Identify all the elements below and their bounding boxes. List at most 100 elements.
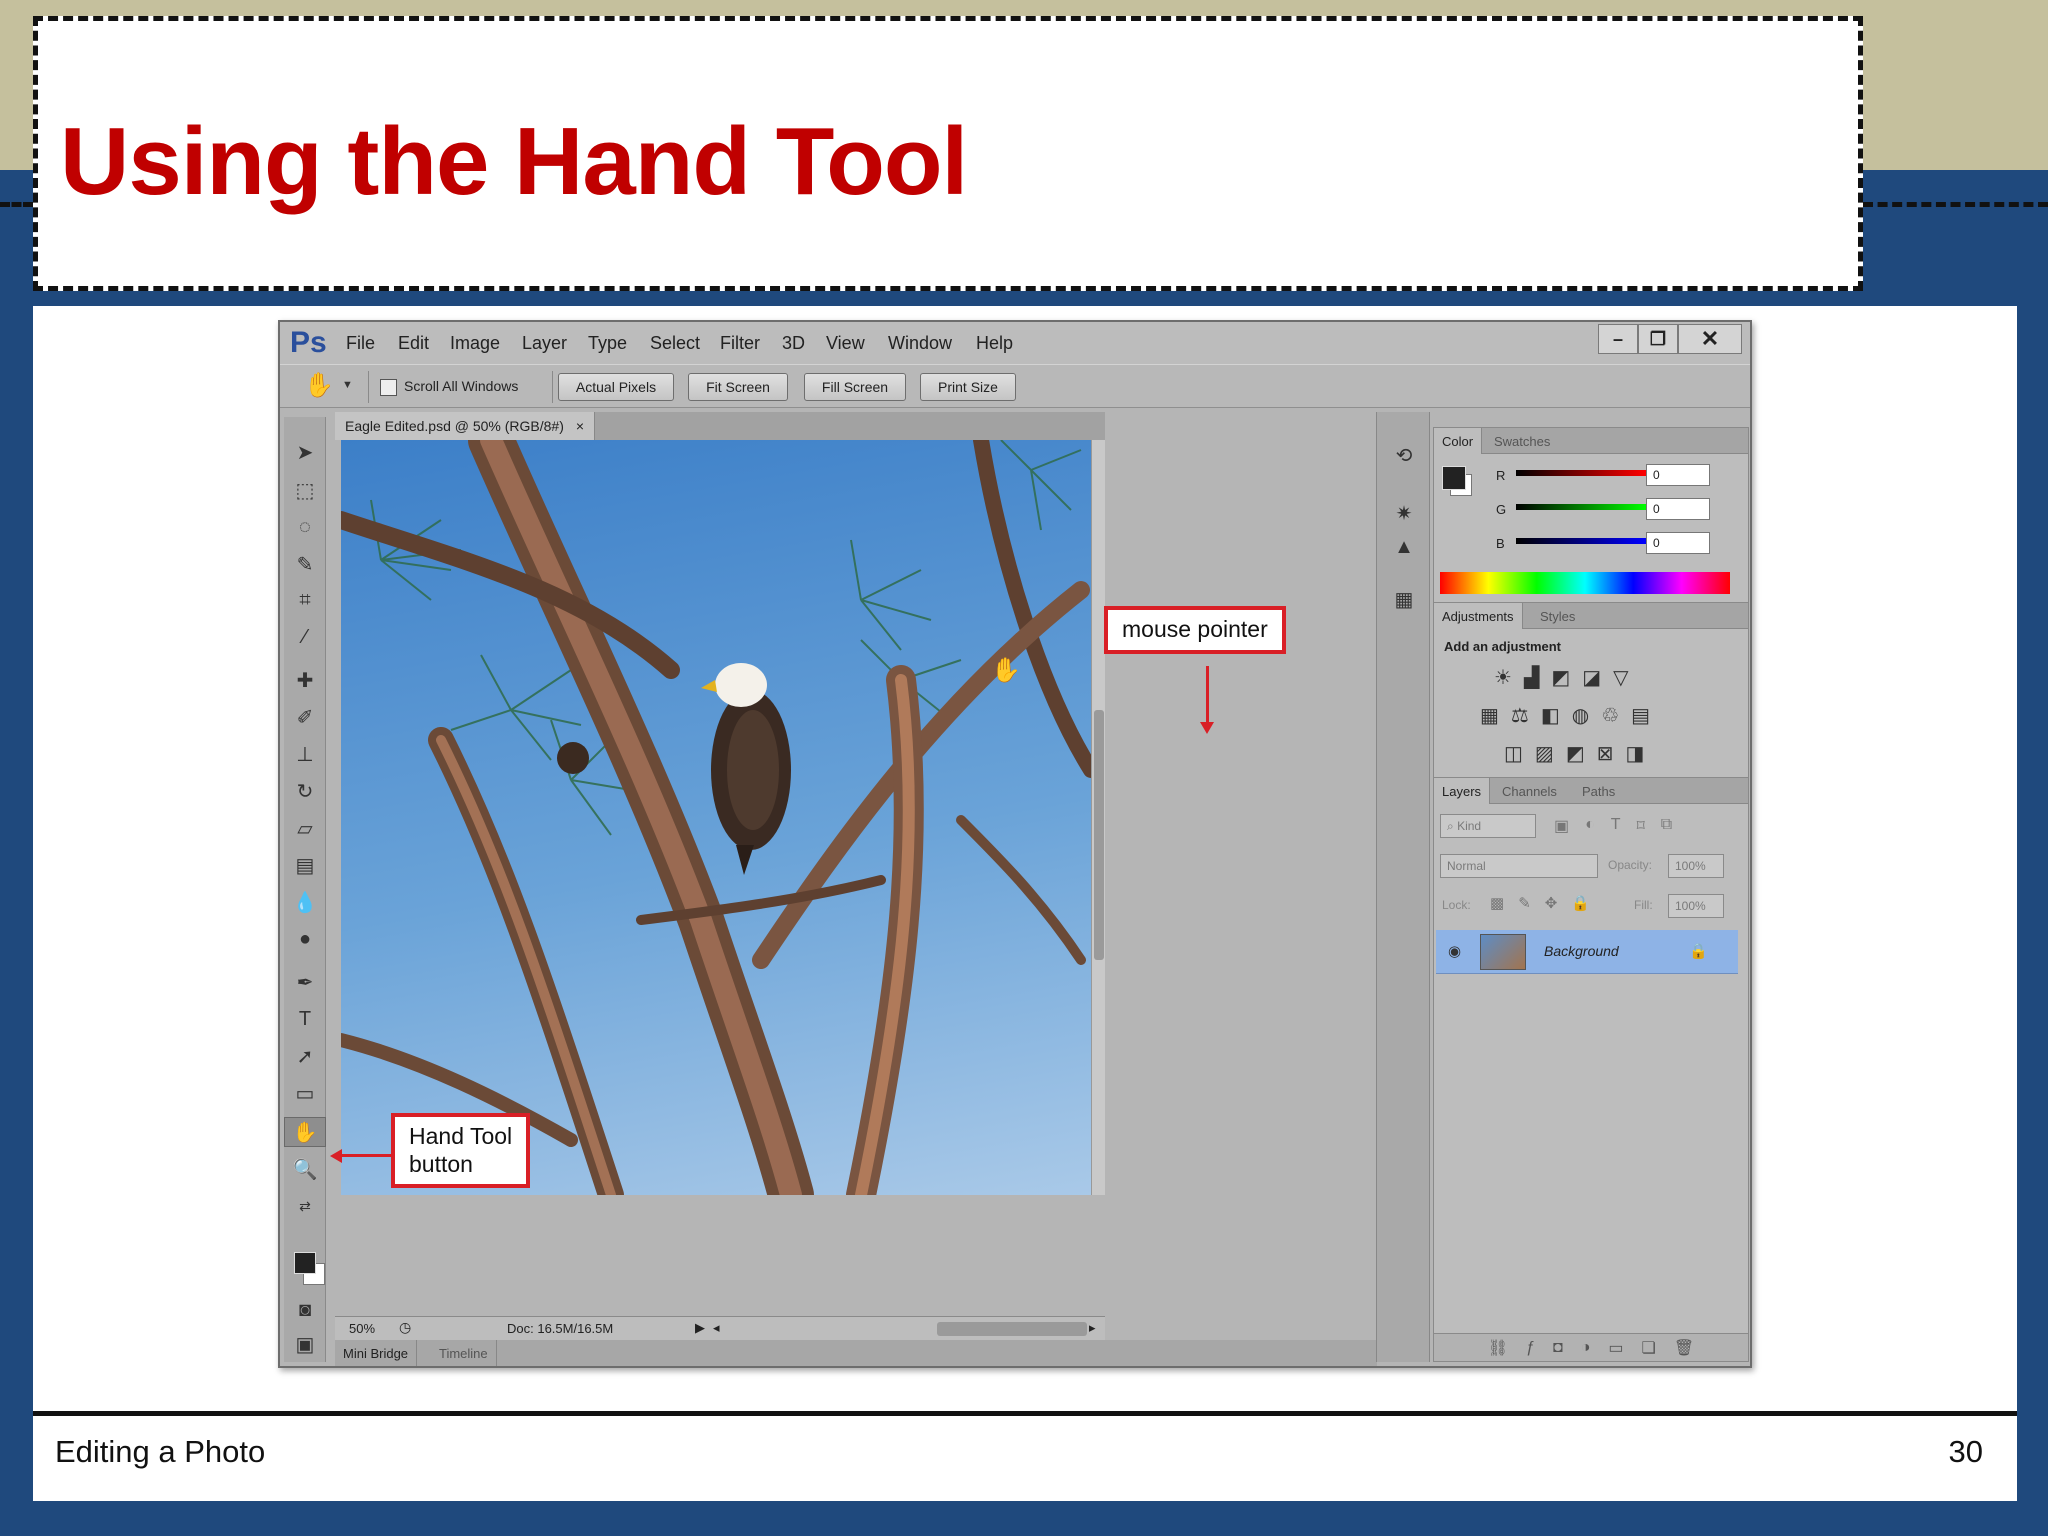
type-tool-icon[interactable]: T — [284, 1004, 326, 1034]
status-menu-icon[interactable]: ▶ — [695, 1320, 705, 1336]
channel-mixer-icon[interactable]: ♲ — [1601, 703, 1619, 728]
quick-mask-icon[interactable]: ◙ — [284, 1295, 326, 1325]
layer-style-icon[interactable]: ƒ — [1526, 1339, 1535, 1357]
new-adjustment-icon[interactable]: ◑ — [1581, 1339, 1591, 1357]
screen-mode-icon[interactable]: ▣ — [284, 1329, 326, 1359]
new-group-icon[interactable]: ▭ — [1608, 1338, 1623, 1358]
export-icon[interactable]: ◷ — [399, 1319, 411, 1336]
zoom-level[interactable]: 50% — [349, 1321, 375, 1336]
color-balance-icon[interactable]: ⚖ — [1511, 703, 1529, 728]
lasso-tool-icon[interactable]: ◌ — [284, 512, 326, 542]
invert-icon[interactable]: ◫ — [1504, 741, 1523, 766]
menu-edit[interactable]: Edit — [398, 333, 429, 354]
gradient-tool-icon[interactable]: ▤ — [284, 850, 326, 880]
pixel-filter-icon[interactable]: ▣ — [1554, 816, 1569, 836]
delete-layer-icon[interactable]: 🗑 — [1674, 1338, 1694, 1358]
horizontal-scroll-thumb[interactable] — [937, 1322, 1087, 1336]
photo-filter-icon[interactable]: ◍ — [1572, 703, 1589, 728]
restore-button[interactable]: ❐ — [1638, 324, 1678, 354]
vertical-scroll-thumb[interactable] — [1094, 710, 1104, 960]
selective-color-icon[interactable]: ◨ — [1625, 741, 1644, 766]
tab-swatches[interactable]: Swatches — [1486, 428, 1558, 454]
lock-pixels-icon[interactable]: ✎ — [1518, 894, 1531, 912]
b-slider[interactable] — [1516, 538, 1646, 544]
layer-row[interactable]: ◉ Background 🔒 — [1436, 930, 1738, 974]
fill-field[interactable]: 100% — [1668, 894, 1724, 918]
zoom-tool-icon[interactable]: 🔍 — [284, 1154, 326, 1184]
visibility-eye-icon[interactable]: ◉ — [1448, 942, 1461, 960]
properties-panel-icon[interactable]: ✷ — [1389, 498, 1419, 528]
document-tab[interactable]: Eagle Edited.psd @ 50% (RGB/8#) × — [335, 412, 596, 440]
color-spectrum[interactable] — [1440, 572, 1730, 594]
print-size-button[interactable]: Print Size — [920, 373, 1016, 401]
scroll-all-windows-checkbox[interactable] — [380, 379, 397, 396]
tab-mini-bridge[interactable]: Mini Bridge — [335, 1340, 418, 1366]
menu-help[interactable]: Help — [976, 333, 1013, 354]
blend-mode-select[interactable]: Normal — [1440, 854, 1598, 878]
b-value[interactable]: 0 — [1646, 532, 1710, 554]
histogram-panel-icon[interactable]: ▲ — [1389, 532, 1419, 562]
image-canvas[interactable]: ✋ — [341, 440, 1091, 1195]
menu-type[interactable]: Type — [588, 333, 627, 354]
menu-window[interactable]: Window — [888, 333, 952, 354]
brush-tool-icon[interactable]: ✐ — [284, 702, 326, 732]
document-tab-close-icon[interactable]: × — [576, 418, 584, 434]
vertical-scrollbar[interactable] — [1091, 440, 1105, 1195]
tab-color[interactable]: Color — [1434, 428, 1483, 454]
rectangle-tool-icon[interactable]: ▭ — [284, 1078, 326, 1108]
lock-position-icon[interactable]: ✥ — [1545, 894, 1558, 912]
actual-pixels-button[interactable]: Actual Pixels — [558, 373, 674, 401]
link-layers-icon[interactable]: ⛓ — [1488, 1338, 1508, 1358]
menu-select[interactable]: Select — [650, 333, 700, 354]
color-fg-swatch[interactable] — [1442, 466, 1466, 490]
menu-view[interactable]: View — [826, 333, 865, 354]
hue-saturation-icon[interactable]: ▦ — [1480, 703, 1499, 728]
menu-layer[interactable]: Layer — [522, 333, 567, 354]
g-value[interactable]: 0 — [1646, 498, 1710, 520]
clone-stamp-tool-icon[interactable]: ⊥ — [284, 739, 326, 769]
foreground-color-swatch[interactable] — [294, 1252, 316, 1274]
adjustment-filter-icon[interactable]: ◐ — [1585, 816, 1595, 836]
tab-layers[interactable]: Layers — [1434, 778, 1491, 804]
brightness-icon[interactable]: ☀ — [1494, 665, 1512, 690]
history-brush-tool-icon[interactable]: ↻ — [284, 776, 326, 806]
vibrance-icon[interactable]: ▽ — [1613, 665, 1628, 690]
color-lookup-icon[interactable]: ▤ — [1631, 703, 1650, 728]
layer-filter-kind[interactable]: ⌕ Kind — [1440, 814, 1536, 838]
smart-object-filter-icon[interactable]: ⧉ — [1661, 816, 1672, 836]
curves-icon[interactable]: ◩ — [1551, 665, 1570, 690]
menu-file[interactable]: File — [346, 333, 375, 354]
tab-styles[interactable]: Styles — [1532, 603, 1583, 629]
layer-comps-panel-icon[interactable]: ▦ — [1389, 584, 1419, 614]
lock-all-icon[interactable]: 🔒 — [1571, 894, 1590, 912]
exposure-icon[interactable]: ◪ — [1582, 665, 1601, 690]
fit-screen-button[interactable]: Fit Screen — [688, 373, 788, 401]
scroll-left-icon[interactable]: ◂ — [713, 1320, 720, 1336]
path-select-tool-icon[interactable]: ➚ — [284, 1041, 326, 1071]
new-layer-icon[interactable]: ❏ — [1642, 1338, 1656, 1358]
tab-adjustments[interactable]: Adjustments — [1434, 603, 1523, 629]
eraser-tool-icon[interactable]: ▱ — [284, 813, 326, 843]
swap-colors-icon[interactable]: ⇄ — [284, 1191, 326, 1221]
healing-brush-tool-icon[interactable]: ✚ — [284, 665, 326, 695]
type-filter-icon[interactable]: T — [1611, 816, 1621, 836]
r-value[interactable]: 0 — [1646, 464, 1710, 486]
quick-select-tool-icon[interactable]: ✎ — [284, 549, 326, 579]
menu-3d[interactable]: 3D — [782, 333, 805, 354]
minimize-button[interactable]: – — [1598, 324, 1638, 354]
r-slider[interactable] — [1516, 470, 1646, 476]
marquee-tool-icon[interactable]: ⬚ — [284, 475, 326, 505]
pen-tool-icon[interactable]: ✒ — [284, 967, 326, 997]
fill-screen-button[interactable]: Fill Screen — [804, 373, 906, 401]
crop-tool-icon[interactable]: ⌗ — [284, 585, 326, 615]
g-slider[interactable] — [1516, 504, 1646, 510]
blur-tool-icon[interactable]: 💧 — [284, 887, 326, 917]
tab-channels[interactable]: Channels — [1494, 778, 1565, 804]
shape-filter-icon[interactable]: ⌑ — [1637, 816, 1645, 836]
menu-filter[interactable]: Filter — [720, 333, 760, 354]
gradient-map-icon[interactable]: ⊠ — [1597, 741, 1614, 766]
lock-transparent-icon[interactable]: ▩ — [1490, 894, 1504, 912]
hand-tool-button[interactable]: ✋ — [284, 1117, 326, 1147]
history-panel-icon[interactable]: ⟲ — [1389, 440, 1419, 470]
eyedropper-tool-icon[interactable]: ⁄ — [284, 622, 326, 652]
